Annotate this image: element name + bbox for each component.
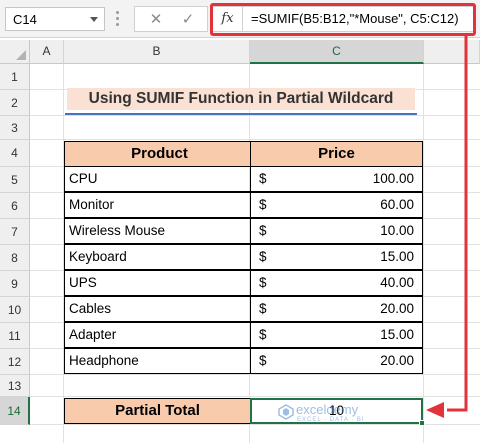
cell-price[interactable]: $15.00 [250,322,423,348]
row-header-12[interactable]: 12 [0,349,30,375]
partial-total-cell[interactable]: 10 [250,398,423,424]
formula-highlight-box [210,3,476,36]
cell-price[interactable]: $15.00 [250,244,423,270]
row-header-13[interactable]: 13 [0,375,30,397]
cell-price[interactable]: $100.00 [250,166,423,192]
row-header-1[interactable]: 1 [0,64,30,90]
price-value: 20.00 [380,353,414,368]
currency-symbol: $ [259,249,267,264]
column-header-a[interactable]: A [30,40,64,64]
cell-product[interactable]: Headphone [64,348,251,374]
name-box-dropdown-icon[interactable] [90,17,98,22]
price-value: 40.00 [380,275,414,290]
formula-bar: C14 ✕ ✓ fx =SUMIF(B5:B12,"*Mouse", C5:C1… [0,0,480,38]
column-header-b[interactable]: B [64,40,250,64]
price-value: 15.00 [380,327,414,342]
price-value: 20.00 [380,301,414,316]
formula-bar-grip-icon[interactable] [116,11,119,27]
currency-symbol: $ [259,197,267,212]
cell-product[interactable]: UPS [64,270,251,296]
cell-product[interactable]: Monitor [64,192,251,218]
header-price[interactable]: Price [250,141,423,167]
formula-buttons: ✕ ✓ [134,6,208,32]
cell-product[interactable]: CPU [64,166,251,192]
name-box[interactable]: C14 [5,7,105,31]
price-value: 15.00 [380,249,414,264]
header-product[interactable]: Product [64,141,251,167]
cell-price[interactable]: $40.00 [250,270,423,296]
price-value: 10.00 [380,223,414,238]
row-header-14[interactable]: 14 [0,397,30,425]
row-header-8[interactable]: 8 [0,245,30,271]
row-header-5[interactable]: 5 [0,167,30,193]
currency-symbol: $ [259,353,267,368]
currency-symbol: $ [259,275,267,290]
cell-product[interactable]: Adapter [64,322,251,348]
partial-total-label[interactable]: Partial Total [64,398,251,424]
currency-symbol: $ [259,327,267,342]
cancel-icon[interactable]: ✕ [143,9,169,29]
row-header-10[interactable]: 10 [0,297,30,323]
name-box-value: C14 [13,12,37,27]
sheet-title: Using SUMIF Function in Partial Wildcard [67,88,415,110]
title-underline [65,113,417,115]
row-header-4[interactable]: 4 [0,140,30,167]
row-header-9[interactable]: 9 [0,271,30,297]
cell-product[interactable]: Keyboard [64,244,251,270]
cell-product[interactable]: Wireless Mouse [64,218,251,244]
row-header-11[interactable]: 11 [0,323,30,349]
currency-symbol: $ [259,171,267,186]
cell-product[interactable]: Cables [64,296,251,322]
enter-icon[interactable]: ✓ [175,9,201,29]
cell-price[interactable]: $20.00 [250,348,423,374]
price-value: 100.00 [372,171,414,186]
cell-price[interactable]: $10.00 [250,218,423,244]
row-header-7[interactable]: 7 [0,219,30,245]
row-header-3[interactable]: 3 [0,116,30,140]
currency-symbol: $ [259,301,267,316]
fill-handle[interactable] [419,420,425,426]
cell-price[interactable]: $60.00 [250,192,423,218]
column-header-c[interactable]: C [250,40,424,64]
currency-symbol: $ [259,223,267,238]
row-header-2[interactable]: 2 [0,90,30,116]
row-header-6[interactable]: 6 [0,193,30,219]
cell-price[interactable]: $20.00 [250,296,423,322]
price-value: 60.00 [380,197,414,212]
select-all-corner[interactable] [0,40,30,64]
column-header-d[interactable] [424,40,480,64]
